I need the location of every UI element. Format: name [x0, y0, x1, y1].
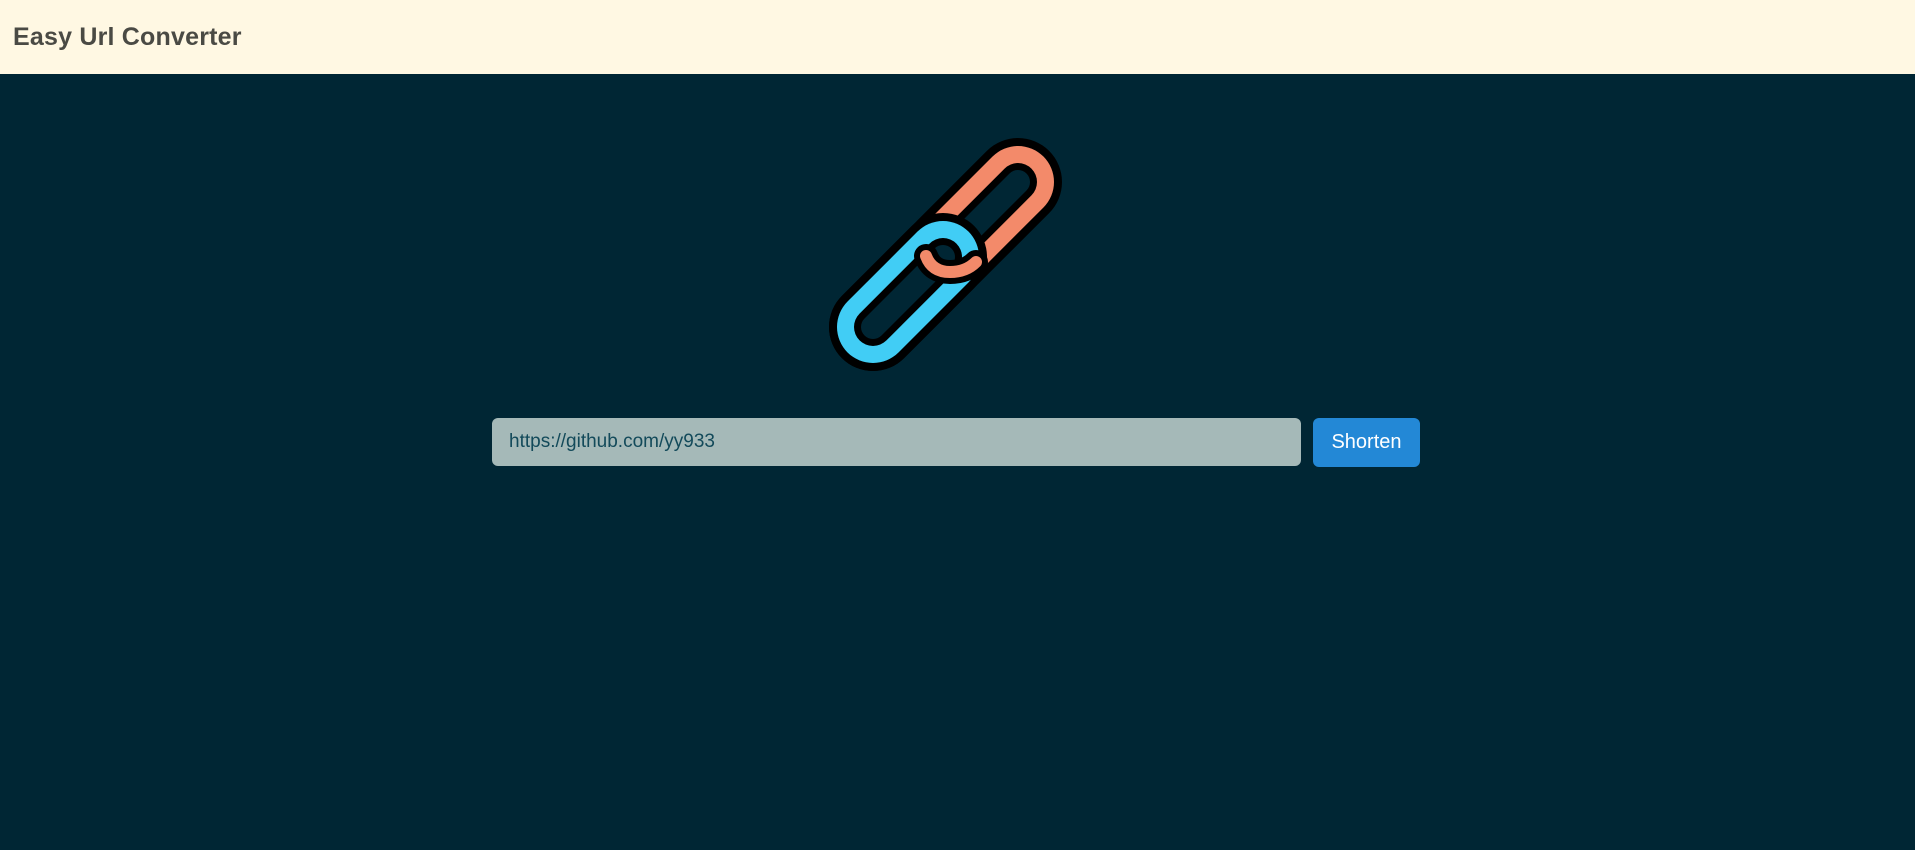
navbar: Easy Url Converter — [0, 0, 1915, 74]
shorten-button[interactable]: Shorten — [1313, 418, 1420, 467]
brand-title[interactable]: Easy Url Converter — [13, 22, 242, 52]
url-input[interactable] — [492, 418, 1301, 466]
main-content: Shorten — [0, 74, 1915, 850]
chain-link-icon — [829, 138, 1062, 371]
